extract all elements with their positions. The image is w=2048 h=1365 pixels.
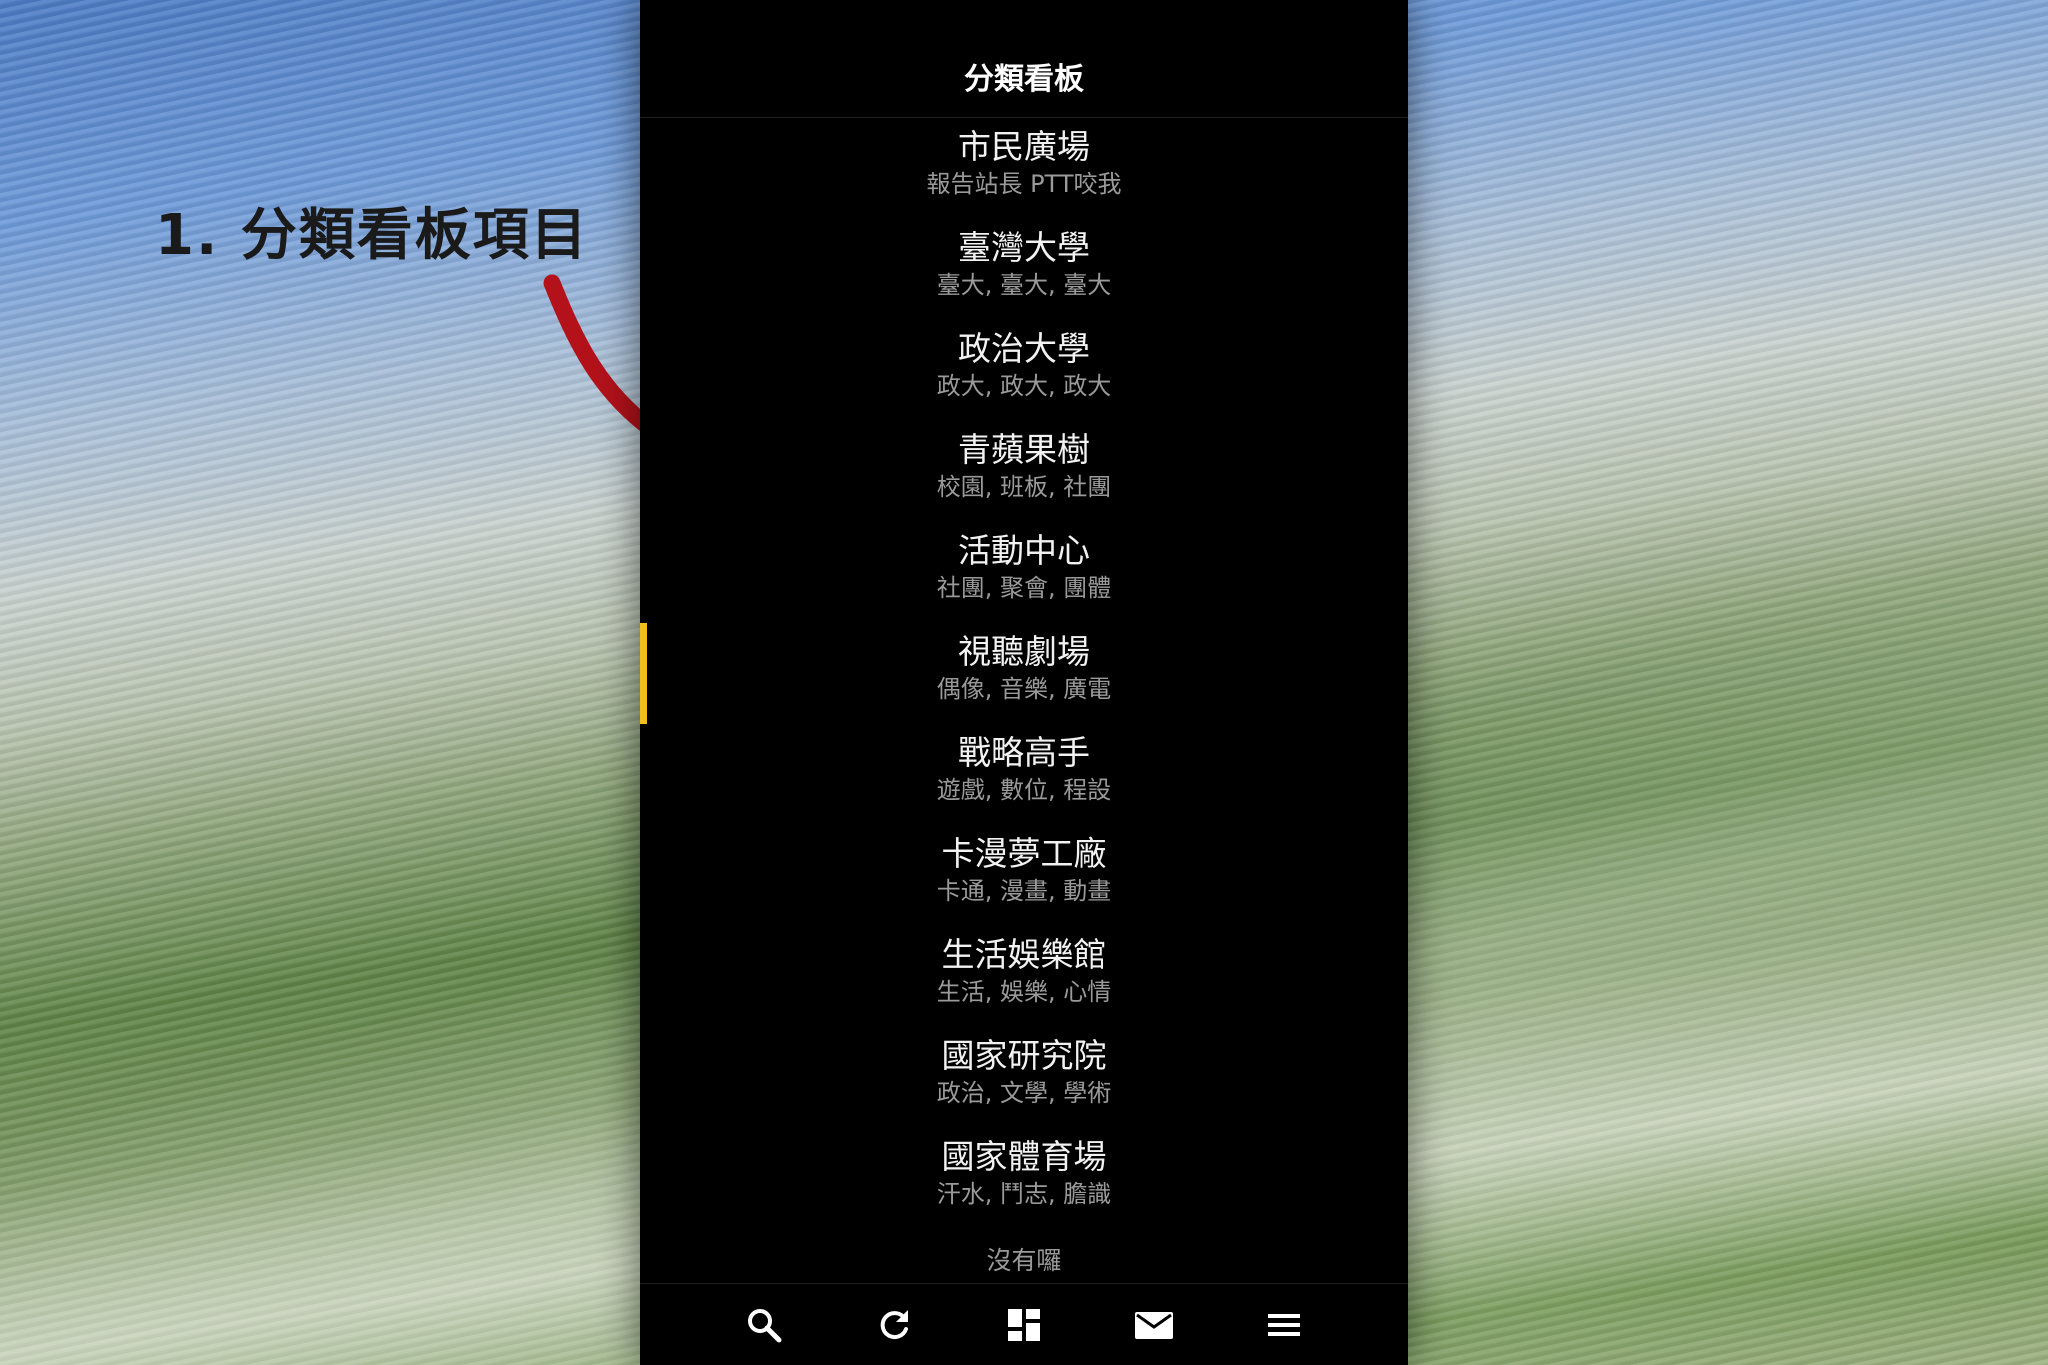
category-subtitle: 社團, 聚會, 團體 [936, 574, 1112, 602]
category-item[interactable]: 臺灣大學 臺大, 臺大, 臺大 [640, 219, 1408, 320]
tab-mail[interactable] [1129, 1300, 1179, 1350]
list-end-text: 沒有囉 [986, 1246, 1062, 1275]
board-grid-icon [1008, 1308, 1040, 1341]
menu-icon [1268, 1313, 1300, 1336]
category-name: 臺灣大學 [958, 228, 1090, 267]
annotation-label: 1. 分類看板項目 [155, 203, 589, 268]
phone-screen: 分類看板 市民廣場 報告站長 PTT咬我 臺灣大學 臺大, 臺大, 臺大 政治大… [640, 0, 1408, 1365]
category-subtitle: 生活, 娛樂, 心情 [936, 978, 1112, 1006]
category-subtitle: 報告站長 PTT咬我 [926, 170, 1122, 198]
category-subtitle: 遊戲, 數位, 程設 [936, 776, 1112, 804]
category-item[interactable]: 政治大學 政大, 政大, 政大 [640, 320, 1408, 421]
app-header: 分類看板 [640, 0, 1408, 118]
category-item[interactable]: 青蘋果樹 校園, 班板, 社團 [640, 421, 1408, 522]
category-item-selected[interactable]: 視聽劇場 偶像, 音樂, 廣電 [640, 623, 1408, 724]
category-item[interactable]: 國家研究院 政治, 文學, 學術 [640, 1027, 1408, 1128]
category-subtitle: 政治, 文學, 學術 [936, 1079, 1112, 1107]
category-name: 戰略高手 [958, 733, 1090, 772]
category-list: 市民廣場 報告站長 PTT咬我 臺灣大學 臺大, 臺大, 臺大 政治大學 政大,… [640, 118, 1408, 1277]
refresh-icon [880, 1309, 908, 1339]
category-subtitle: 臺大, 臺大, 臺大 [936, 271, 1112, 299]
category-subtitle: 卡通, 漫畫, 動畫 [936, 877, 1112, 905]
category-name: 青蘋果樹 [958, 430, 1090, 469]
category-item[interactable]: 生活娛樂館 生活, 娛樂, 心情 [640, 926, 1408, 1027]
category-name: 卡漫夢工廠 [941, 834, 1107, 873]
category-name: 政治大學 [958, 329, 1090, 368]
category-name: 生活娛樂館 [941, 935, 1107, 974]
category-item[interactable]: 卡漫夢工廠 卡通, 漫畫, 動畫 [640, 825, 1408, 926]
category-item[interactable]: 活動中心 社團, 聚會, 團體 [640, 522, 1408, 623]
category-subtitle: 校園, 班板, 社團 [936, 473, 1112, 501]
category-item[interactable]: 市民廣場 報告站長 PTT咬我 [640, 118, 1408, 219]
search-icon [748, 1308, 782, 1342]
category-name: 視聽劇場 [958, 632, 1090, 671]
tab-search[interactable] [739, 1300, 789, 1350]
category-name: 市民廣場 [958, 127, 1090, 166]
category-subtitle: 汗水, 鬥志, 膽識 [936, 1180, 1112, 1208]
category-name: 國家體育場 [941, 1137, 1107, 1176]
tab-menu[interactable] [1259, 1300, 1309, 1350]
tab-refresh[interactable] [869, 1300, 919, 1350]
page-title: 分類看板 [964, 62, 1084, 97]
tab-boards[interactable] [999, 1300, 1049, 1350]
category-item[interactable]: 國家體育場 汗水, 鬥志, 膽識 [640, 1128, 1408, 1229]
category-subtitle: 偶像, 音樂, 廣電 [936, 675, 1112, 703]
category-name: 活動中心 [958, 531, 1090, 570]
category-item[interactable]: 戰略高手 遊戲, 數位, 程設 [640, 724, 1408, 825]
category-name: 國家研究院 [941, 1036, 1107, 1075]
category-subtitle: 政大, 政大, 政大 [936, 372, 1112, 400]
bottom-nav [640, 1283, 1408, 1365]
mail-icon [1135, 1311, 1173, 1339]
